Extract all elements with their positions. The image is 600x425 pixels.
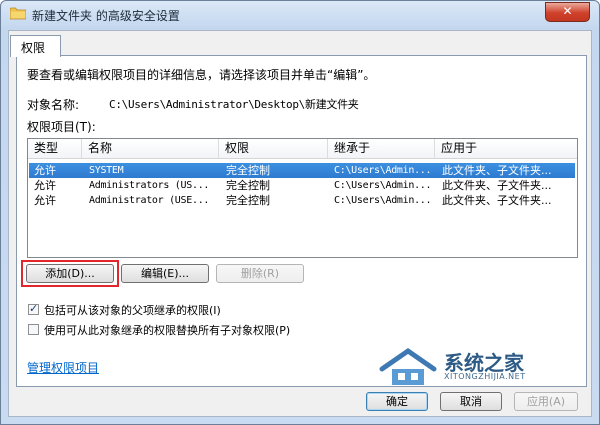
object-name-label: 对象名称:: [27, 98, 80, 112]
cell-inherited-from: C:\Users\Admin...: [334, 195, 432, 206]
include-inheritable-checkbox[interactable]: ✓: [28, 302, 39, 315]
cell-applies-to: 此文件夹、子文件夹...: [442, 164, 552, 177]
close-icon: ✕: [562, 4, 573, 18]
cell-name: Administrators (US...: [89, 180, 210, 191]
title-bar[interactable]: 新建文件夹 的高级安全设置 ✕: [1, 1, 599, 29]
replace-child-permissions-checkbox[interactable]: [28, 324, 39, 335]
cell-type: 允许: [34, 164, 56, 177]
permission-entries-list[interactable]: 类型 名称 权限 继承于 应用于 允许 SYSTEM 完全控制 C:\Users…: [27, 138, 578, 258]
object-name-value: C:\Users\Administrator\Desktop\新建文件夹: [109, 98, 359, 111]
table-row[interactable]: 允许 SYSTEM 完全控制 C:\Users\Admin... 此文件夹、子文…: [29, 163, 575, 178]
list-header: 类型 名称 权限 继承于 应用于: [28, 139, 577, 159]
house-logo-icon: [379, 347, 437, 385]
add-button[interactable]: 添加(D)...: [26, 264, 114, 283]
tab-permissions[interactable]: 权限: [10, 35, 61, 57]
cancel-button[interactable]: 取消: [440, 392, 502, 411]
folder-icon: [10, 7, 26, 20]
watermark-logo: 系统之家 XITONGZHIJIA.NET: [378, 347, 548, 389]
replace-child-permissions-label: 使用可从此对象继承的权限替换所有子对象权限(P): [44, 324, 291, 337]
checkmark-icon: ✓: [29, 302, 39, 315]
column-header-type[interactable]: 类型: [28, 139, 82, 158]
remove-button[interactable]: 删除(R): [216, 264, 304, 283]
table-row[interactable]: 允许 Administrator (USE... 完全控制 C:\Users\A…: [29, 193, 575, 208]
column-header-permission[interactable]: 权限: [219, 139, 328, 158]
tab-permissions-label: 权限: [21, 41, 46, 55]
include-inheritable-label: 包括可从该对象的父项继承的权限(I): [44, 304, 221, 317]
intro-text: 要查看或编辑权限项目的详细信息，请选择该项目并单击“编辑”。: [27, 68, 376, 82]
cell-name: Administrator (USE...: [89, 195, 210, 206]
watermark-url: XITONGZHIJIA.NET: [444, 372, 526, 381]
window-title: 新建文件夹 的高级安全设置: [32, 9, 180, 23]
cell-inherited-from: C:\Users\Admin...: [334, 180, 432, 191]
permission-entries-label: 权限项目(T):: [27, 120, 96, 134]
cell-applies-to: 此文件夹、子文件夹...: [442, 194, 552, 207]
close-button[interactable]: ✕: [545, 2, 590, 22]
cell-applies-to: 此文件夹、子文件夹...: [442, 179, 552, 192]
cell-name: SYSTEM: [89, 165, 124, 176]
cell-type: 允许: [34, 194, 56, 207]
cell-permission: 完全控制: [226, 179, 270, 192]
manage-permission-entries-link[interactable]: 管理权限项目: [27, 359, 99, 376]
cell-inherited-from: C:\Users\Admin...: [334, 165, 432, 176]
cell-type: 允许: [34, 179, 56, 192]
column-header-inherited-from[interactable]: 继承于: [328, 139, 435, 158]
cell-permission: 完全控制: [226, 194, 270, 207]
column-header-applies-to[interactable]: 应用于: [435, 139, 577, 158]
ok-button[interactable]: 确定: [366, 392, 428, 411]
apply-button[interactable]: 应用(A): [514, 392, 578, 411]
edit-button[interactable]: 编辑(E)...: [121, 264, 209, 283]
cell-permission: 完全控制: [226, 164, 270, 177]
table-row[interactable]: 允许 Administrators (US... 完全控制 C:\Users\A…: [29, 178, 575, 193]
column-header-name[interactable]: 名称: [82, 139, 219, 158]
